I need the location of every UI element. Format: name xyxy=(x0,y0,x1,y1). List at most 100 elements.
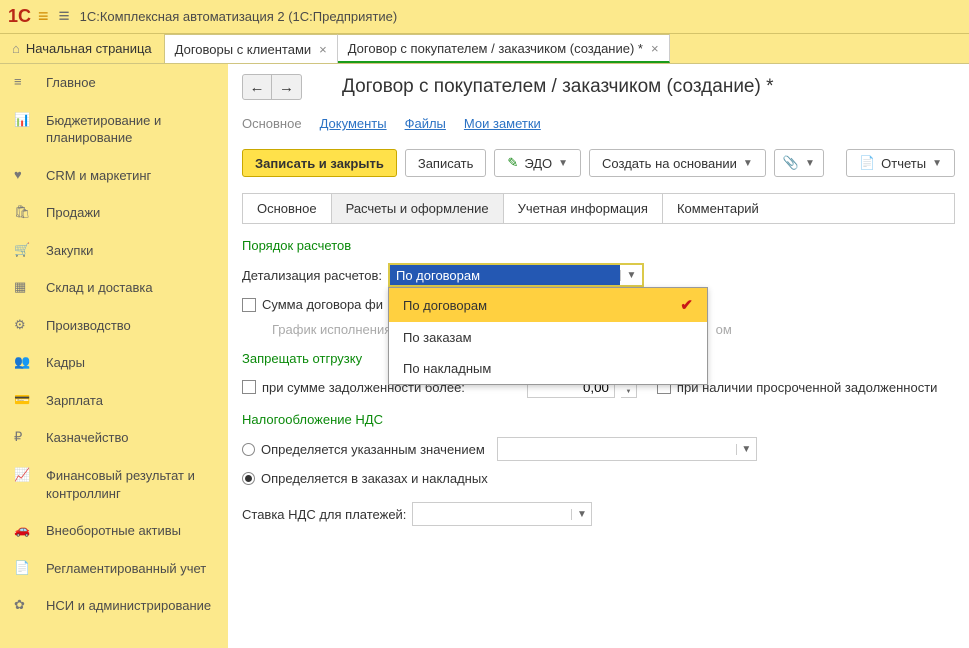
sum-fixed-label: Сумма договора фи xyxy=(262,297,383,312)
subtab-accounting[interactable]: Учетная информация xyxy=(504,194,663,223)
sidebar-icon: ₽ xyxy=(14,429,32,445)
tab-empty-space xyxy=(670,34,969,63)
vat-by-value-label: Определяется указанным значением xyxy=(261,442,485,457)
check-icon: ✔ xyxy=(680,296,693,314)
sidebar-icon: ⚙ xyxy=(14,317,32,333)
link-files[interactable]: Файлы xyxy=(405,116,446,131)
nav-history: ← → xyxy=(242,74,302,100)
close-tab-icon[interactable]: × xyxy=(651,41,659,56)
sidebar-item[interactable]: 🚗 Внеоборотные активы xyxy=(0,512,228,550)
tab-label: Договоры с клиентами xyxy=(175,42,311,57)
debt-over-checkbox[interactable] xyxy=(242,380,256,394)
sidebar-icon: 🛒 xyxy=(14,242,32,258)
sidebar-label: Производство xyxy=(46,317,131,335)
sidebar-item[interactable]: ▦ Склад и доставка xyxy=(0,269,228,307)
vat-rate-label: Ставка НДС для платежей: xyxy=(242,507,406,522)
sidebar-icon: 💳 xyxy=(14,392,32,408)
save-button[interactable]: Записать xyxy=(405,149,487,177)
content-area: ← → Договор с покупателем / заказчиком (… xyxy=(228,64,969,648)
vat-by-value-radio[interactable] xyxy=(242,443,255,456)
sidebar-icon: ▦ xyxy=(14,279,32,295)
link-main[interactable]: Основное xyxy=(242,116,302,131)
page-title: Договор с покупателем / заказчиком (созд… xyxy=(342,76,774,98)
step-down-icon[interactable]: ▼ xyxy=(621,387,636,397)
sidebar-icon: 🚗 xyxy=(14,522,32,538)
link-notes[interactable]: Мои заметки xyxy=(464,116,541,131)
logo-e-icon: ≡ xyxy=(38,6,49,27)
sidebar-label: Закупки xyxy=(46,242,93,260)
sidebar-label: Бюджетирование и планирование xyxy=(46,112,214,147)
form-tabs: Основное Расчеты и оформление Учетная ин… xyxy=(242,193,955,224)
home-tab[interactable]: ⌂ Начальная страница xyxy=(0,34,165,63)
dropdown-toggle-icon[interactable]: ▼ xyxy=(571,509,591,520)
sidebar-item[interactable]: 👥Кадры xyxy=(0,344,228,382)
sidebar-label: Кадры xyxy=(46,354,85,372)
main-menu-icon[interactable]: ≡ xyxy=(59,6,70,28)
detail-select-input[interactable]: По договорам ▼ xyxy=(388,263,644,287)
subtab-comment[interactable]: Комментарий xyxy=(663,194,773,223)
sidebar-item[interactable]: 📈Финансовый результат и контроллинг xyxy=(0,457,228,512)
sidebar-label: Склад и доставка xyxy=(46,279,153,297)
tab-contracts-list[interactable]: Договоры с клиентами × xyxy=(165,34,338,63)
dropdown-option[interactable]: По заказам xyxy=(389,322,707,353)
tab-label: Договор с покупателем / заказчиком (созд… xyxy=(348,41,643,56)
home-icon: ⌂ xyxy=(12,41,20,56)
edo-button[interactable]: ✎ЭДО▼ xyxy=(494,149,581,177)
section-links: Основное Документы Файлы Мои заметки xyxy=(242,116,955,131)
sidebar-item[interactable]: ⚙ Производство xyxy=(0,307,228,345)
sidebar-item[interactable]: 🛒 Закупки xyxy=(0,232,228,270)
action-toolbar: Записать и закрыть Записать ✎ЭДО▼ Создат… xyxy=(242,149,955,177)
attachment-button[interactable]: 📎▼ xyxy=(774,149,824,177)
sidebar-icon: 🛍 xyxy=(14,204,32,220)
dropdown-option[interactable]: По договорам✔ xyxy=(389,288,707,322)
sidebar-icon: ✿ xyxy=(14,597,32,613)
caret-down-icon: ▼ xyxy=(743,158,753,169)
save-close-button[interactable]: Записать и закрыть xyxy=(242,149,397,177)
back-button[interactable]: ← xyxy=(242,74,272,100)
close-tab-icon[interactable]: × xyxy=(319,42,327,57)
vat-rate-select[interactable]: ▼ xyxy=(412,502,592,526)
sidebar-label: НСИ и администрирование xyxy=(46,597,211,615)
reports-icon: 📄 xyxy=(859,155,875,171)
sidebar-item[interactable]: ✿ НСИ и администрирование xyxy=(0,587,228,625)
forward-button[interactable]: → xyxy=(272,74,302,100)
create-from-button[interactable]: Создать на основании▼ xyxy=(589,149,766,177)
sum-fixed-checkbox[interactable] xyxy=(242,298,256,312)
sidebar-icon: 📊 xyxy=(14,112,32,128)
logo-1c-icon: 1C xyxy=(8,6,31,27)
caret-down-icon: ▼ xyxy=(558,158,568,169)
subtab-payments[interactable]: Расчеты и оформление xyxy=(332,194,504,223)
link-documents[interactable]: Документы xyxy=(320,116,387,131)
caret-down-icon: ▼ xyxy=(932,158,942,169)
vat-value-select[interactable]: ▼ xyxy=(497,437,757,461)
sidebar-label: CRM и маркетинг xyxy=(46,167,151,185)
overdue-label: при наличии просроченной задолженности xyxy=(677,380,937,395)
sidebar-item[interactable]: 💳Зарплата xyxy=(0,382,228,420)
sidebar-item[interactable]: ≡Главное xyxy=(0,64,228,102)
sidebar-item[interactable]: ♥ CRM и маркетинг xyxy=(0,157,228,195)
sidebar-label: Главное xyxy=(46,74,96,92)
sidebar-label: Регламентированный учет xyxy=(46,560,206,578)
dropdown-option[interactable]: По накладным xyxy=(389,353,707,384)
detail-label: Детализация расчетов: xyxy=(242,268,382,283)
sidebar-icon: ♥ xyxy=(14,167,32,182)
detail-select: По договорам ▼ По договорам✔ По заказам … xyxy=(388,263,644,287)
sidebar-item[interactable]: ₽Казначейство xyxy=(0,419,228,457)
sidebar-item[interactable]: 📄 Регламентированный учет xyxy=(0,550,228,588)
caret-down-icon: ▼ xyxy=(805,158,815,169)
tab-contract-create[interactable]: Договор с покупателем / заказчиком (созд… xyxy=(338,34,670,63)
sidebar-icon: 📄 xyxy=(14,560,32,576)
sidebar-label: Финансовый результат и контроллинг xyxy=(46,467,214,502)
vat-by-orders-radio[interactable] xyxy=(242,472,255,485)
reports-button[interactable]: 📄Отчеты▼ xyxy=(846,149,955,177)
section-header-vat: Налогообложение НДС xyxy=(242,412,955,427)
section-header-calc: Порядок расчетов xyxy=(242,238,955,253)
detail-select-value: По договорам xyxy=(390,265,620,285)
subtab-main[interactable]: Основное xyxy=(243,194,332,223)
sidebar-item[interactable]: 🛍Продажи xyxy=(0,194,228,232)
sidebar-label: Внеоборотные активы xyxy=(46,522,181,540)
title-bar: 1C≡ ≡ 1С:Комплексная автоматизация 2 (1С… xyxy=(0,0,969,34)
dropdown-toggle-icon[interactable]: ▼ xyxy=(620,270,642,281)
sidebar-item[interactable]: 📊 Бюджетирование и планирование xyxy=(0,102,228,157)
dropdown-toggle-icon[interactable]: ▼ xyxy=(736,444,756,455)
